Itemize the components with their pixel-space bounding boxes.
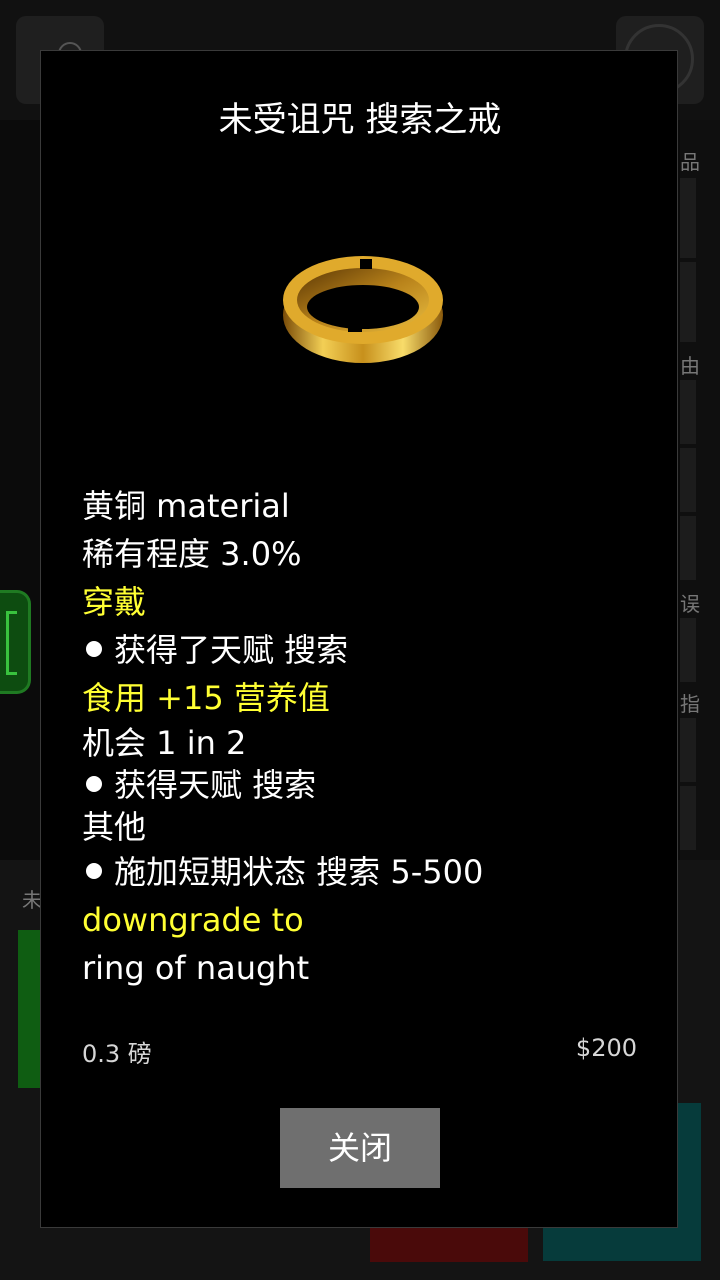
background-slot xyxy=(680,516,696,580)
wear-effect-text: 获得了天赋 搜索 xyxy=(114,631,349,669)
material-text: 黄铜 material xyxy=(82,487,290,525)
bullet-icon xyxy=(86,863,102,879)
close-button[interactable]: 关闭 xyxy=(280,1108,440,1188)
background-slot xyxy=(680,380,696,444)
bullet-icon xyxy=(86,776,102,792)
wear-effect-item: 获得了天赋 搜索 xyxy=(82,626,642,674)
background-label: 误 xyxy=(680,592,700,616)
background-label: 品 xyxy=(680,150,700,174)
background-slot xyxy=(680,178,696,258)
rarity-text: 稀有程度 3.0% xyxy=(82,535,302,573)
background-slot xyxy=(680,618,696,682)
dialog-title: 未受诅咒 搜索之戒 xyxy=(218,100,502,140)
downgrade-header: downgrade to xyxy=(82,901,304,939)
other-header: 其他 xyxy=(82,808,147,846)
other-effect-text: 施加短期状态 搜索 5-500 xyxy=(114,853,484,891)
background-slot xyxy=(680,718,696,782)
background-bottom-label: 未 xyxy=(22,888,42,912)
background-slot xyxy=(680,262,696,342)
brass-ring-icon xyxy=(283,256,443,363)
background-slot xyxy=(680,448,696,512)
background-red-tile xyxy=(370,1228,528,1262)
background-slot xyxy=(680,786,696,850)
background-green-tile xyxy=(18,930,42,1088)
side-drawer-handle[interactable] xyxy=(0,590,31,694)
downgrade-target-text: ring of naught xyxy=(82,949,310,987)
wear-header: 穿戴 xyxy=(82,583,147,621)
item-description: 黄铜 material 稀有程度 3.0% 穿戴 获得了天赋 搜索 食用 +15… xyxy=(82,482,642,992)
eat-effect-text: 获得天赋 搜索 xyxy=(114,766,317,804)
eat-header: 食用 +15 营养值 xyxy=(82,679,330,717)
chance-text: 机会 1 in 2 xyxy=(82,724,247,762)
bracket-icon xyxy=(6,611,17,675)
bullet-icon xyxy=(86,641,102,657)
eat-effect-item: 获得天赋 搜索 xyxy=(82,764,642,806)
item-weight: 0.3 磅 xyxy=(82,1040,152,1068)
background-label: 由 xyxy=(680,354,700,378)
item-price: $200 xyxy=(575,1034,637,1062)
background-label: 指 xyxy=(680,692,700,716)
other-effect-item: 施加短期状态 搜索 5-500 xyxy=(82,848,642,896)
